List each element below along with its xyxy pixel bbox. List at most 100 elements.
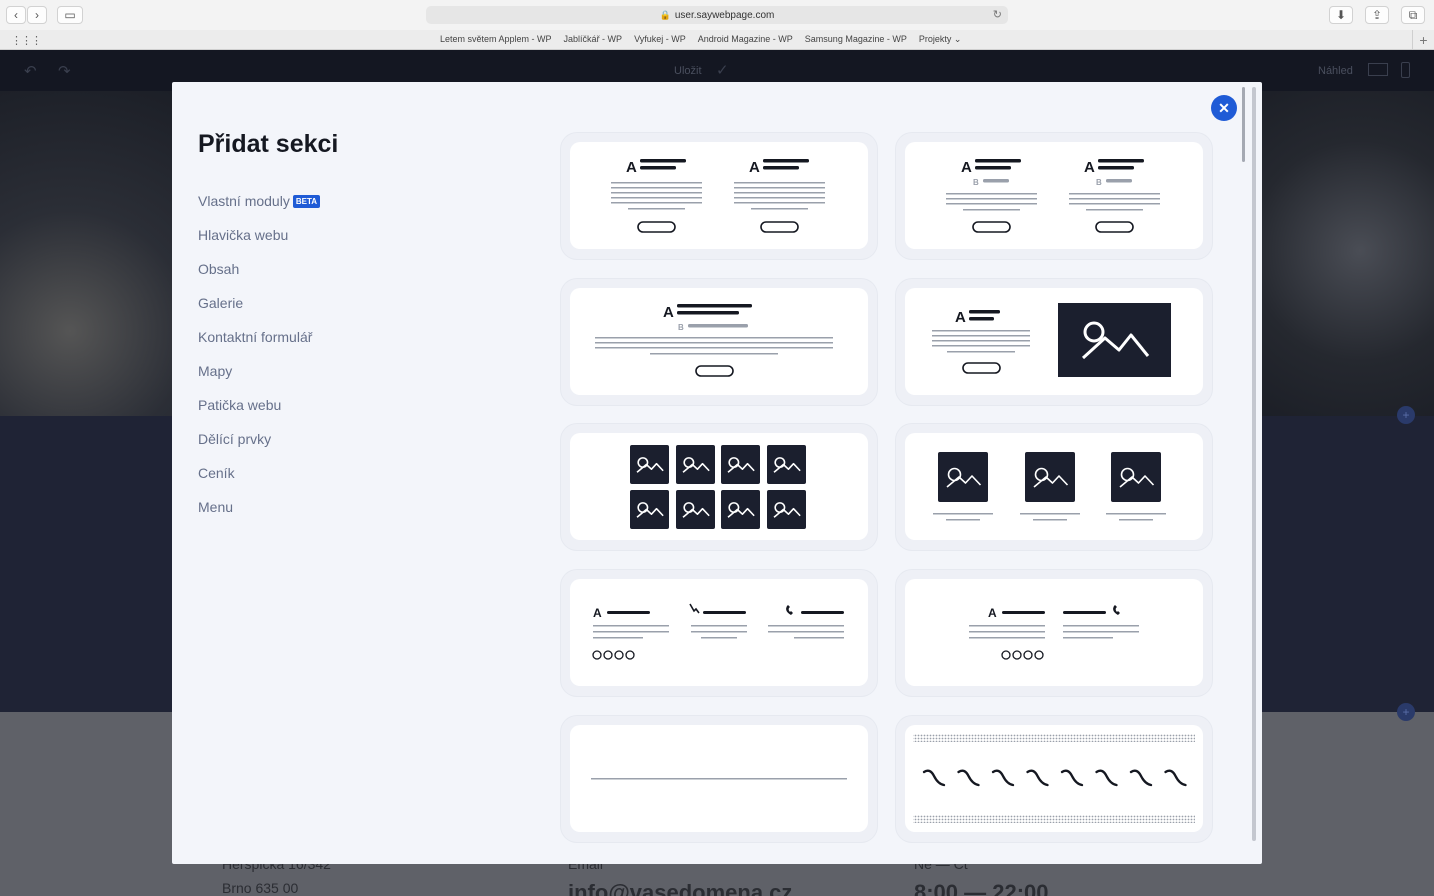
url-text: user.saywebpage.com — [674, 9, 775, 21]
image-placeholder-icon — [721, 490, 760, 529]
template-card-contact-three[interactable]: A — [561, 570, 877, 696]
template-preview — [913, 734, 1195, 823]
lock-icon: 🔒 — [659, 9, 671, 20]
bookmark-item[interactable]: Samsung Magazine - WP — [805, 34, 907, 45]
wave-shape — [1060, 769, 1084, 787]
caption-line — [1119, 519, 1153, 521]
bookmarks-bar: ⋮⋮⋮ Letem světem Applem - WP Jablíčkář -… — [0, 30, 1434, 50]
desktop-view-icon[interactable] — [1368, 63, 1388, 76]
scrollbar-track[interactable] — [1252, 87, 1256, 841]
save-button[interactable]: Uložit — [674, 65, 702, 77]
apps-grid-icon[interactable]: ⋮⋮⋮ — [11, 34, 42, 47]
svg-text:A: A — [955, 309, 966, 326]
nav-item-header[interactable]: Hlavička webu — [198, 218, 320, 252]
svg-text:A: A — [961, 159, 972, 176]
template-card-two-columns[interactable]: A A — [561, 133, 877, 259]
template-preview — [933, 452, 1166, 521]
svg-text:B: B — [973, 178, 979, 187]
svg-text:A: A — [626, 159, 637, 176]
section-category-nav: Vlastní moduly BETA Hlavička webu Obsah G… — [198, 184, 321, 524]
svg-text:A: A — [749, 159, 760, 176]
wave-shape — [1095, 769, 1118, 787]
mobile-view-icon[interactable] — [1401, 62, 1410, 78]
image-placeholder-icon — [630, 490, 669, 529]
preview-button[interactable]: Náhled — [1318, 65, 1353, 77]
template-preview — [630, 445, 806, 529]
back-icon[interactable]: ‹ — [6, 6, 26, 24]
caption-line — [1106, 513, 1166, 515]
nav-item-pricing[interactable]: Ceník — [198, 456, 320, 490]
wave-shape — [1164, 769, 1187, 787]
svg-text:A: A — [1084, 159, 1095, 176]
footer-hours: 8:00 — 22:00 — [914, 880, 1049, 896]
svg-text:A: A — [988, 606, 997, 620]
caption-line — [1033, 519, 1067, 521]
nav-item-contact-form[interactable]: Kontaktní formulář — [198, 320, 320, 354]
bookmark-item[interactable]: Android Magazine - WP — [698, 34, 793, 45]
image-placeholder-icon — [767, 490, 806, 529]
bookmark-item[interactable]: Vyfukej - WP — [634, 34, 686, 45]
beta-badge: BETA — [292, 194, 321, 208]
wave-shape — [991, 769, 1015, 787]
caption-line — [946, 519, 980, 521]
hero-background-right — [1260, 91, 1434, 416]
svg-text:A: A — [663, 304, 674, 321]
nav-item-custom-modules[interactable]: Vlastní moduly BETA — [198, 184, 321, 218]
image-placeholder-icon — [630, 445, 669, 484]
redo-icon[interactable]: ↷ — [58, 62, 71, 80]
bookmark-folder[interactable]: Projekty ⌄ — [919, 34, 962, 45]
template-card-centered-text[interactable]: A B — [561, 279, 877, 405]
image-placeholder-icon — [938, 452, 988, 502]
nav-item-dividers[interactable]: Dělící prvky — [198, 422, 320, 456]
new-tab-icon[interactable]: + — [1412, 30, 1434, 49]
footer-city: Brno 635 00 — [222, 880, 299, 896]
check-icon: ✓ — [716, 62, 729, 79]
sidebar-toggle-icon[interactable]: ▭ — [57, 6, 83, 24]
close-icon[interactable]: ✕ — [1211, 95, 1237, 121]
wave-shape — [957, 769, 980, 787]
bookmark-item[interactable]: Letem světem Applem - WP — [440, 34, 552, 45]
template-preview: A A — [611, 159, 825, 233]
template-preview: A — [932, 303, 1171, 377]
template-card-gallery-grid[interactable] — [561, 424, 877, 550]
template-card-gallery-captions[interactable] — [896, 424, 1212, 550]
wave-shape — [1026, 769, 1049, 787]
wave-shape — [1129, 769, 1153, 787]
reload-icon[interactable]: ↻ — [993, 8, 1002, 21]
add-section-icon[interactable]: + — [1397, 406, 1415, 424]
image-placeholder-icon — [1111, 452, 1161, 502]
download-icon[interactable]: ⬇ — [1329, 6, 1353, 24]
nav-item-maps[interactable]: Mapy — [198, 354, 320, 388]
tabs-icon[interactable]: ⧉ — [1401, 6, 1425, 24]
template-card-divider-waves[interactable] — [896, 716, 1212, 842]
footer-email: info@vasedomena.cz — [568, 880, 793, 896]
svg-text:B: B — [678, 323, 684, 332]
add-section-icon[interactable]: + — [1397, 703, 1415, 721]
template-preview: A B A B — [946, 159, 1160, 233]
nav-item-content[interactable]: Obsah — [198, 252, 320, 286]
nav-item-menu[interactable]: Menu — [198, 490, 320, 524]
modal-title: Přidat sekci — [198, 130, 339, 158]
template-card-divider-line[interactable] — [561, 716, 877, 842]
image-placeholder-icon — [1025, 452, 1075, 502]
image-placeholder-icon — [676, 445, 715, 484]
address-bar[interactable]: 🔒 user.saywebpage.com ↻ — [426, 6, 1008, 24]
bookmark-item[interactable]: Jablíčkář - WP — [564, 34, 623, 45]
image-placeholder-icon — [721, 445, 760, 484]
template-card-text-with-image[interactable]: A — [896, 279, 1212, 405]
scrollbar-thumb[interactable] — [1242, 87, 1245, 162]
template-preview — [591, 778, 847, 780]
svg-text:B: B — [1096, 178, 1102, 187]
bookmarks-list: Letem světem Applem - WP Jablíčkář - WP … — [440, 34, 961, 45]
undo-icon[interactable]: ↶ — [24, 62, 37, 80]
nav-item-gallery[interactable]: Galerie — [198, 286, 320, 320]
template-card-two-columns-subheading[interactable]: A B A B — [896, 133, 1212, 259]
svg-text:A: A — [593, 606, 602, 620]
add-section-modal: Přidat sekci Vlastní moduly BETA Hlavička… — [172, 82, 1262, 864]
forward-icon[interactable]: › — [27, 6, 47, 24]
nav-item-footer[interactable]: Patička webu — [198, 388, 320, 422]
share-icon[interactable]: ⇪ — [1365, 6, 1389, 24]
template-card-contact-two[interactable]: A — [896, 570, 1212, 696]
template-preview: A — [969, 605, 1139, 660]
caption-line — [1020, 513, 1080, 515]
